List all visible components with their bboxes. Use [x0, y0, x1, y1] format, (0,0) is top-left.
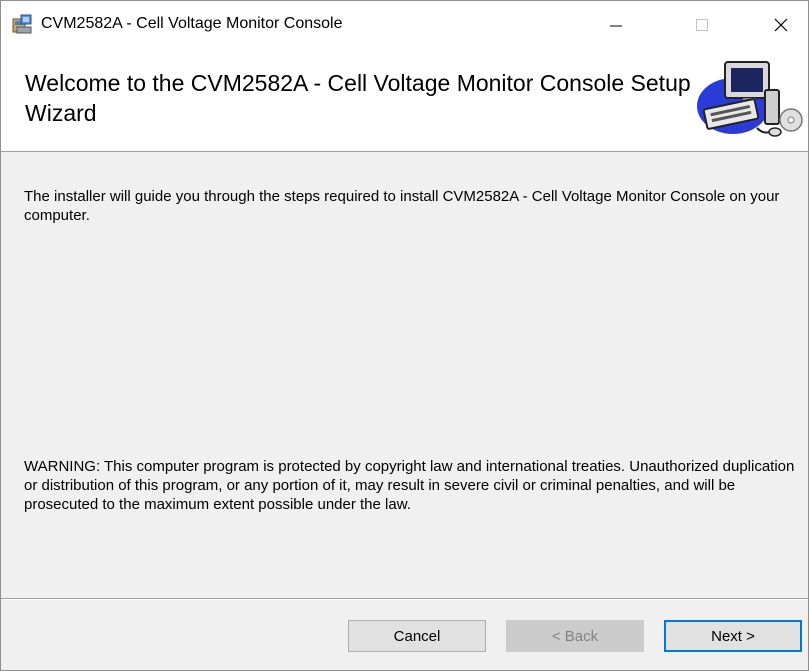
back-button[interactable]: < Back	[506, 620, 644, 652]
title-bar[interactable]: CVM2582A - Cell Voltage Monitor Console	[1, 1, 808, 48]
wizard-body: The installer will guide you through the…	[1, 152, 808, 596]
wizard-heading: Welcome to the CVM2582A - Cell Voltage M…	[25, 70, 691, 126]
footer-divider	[1, 598, 808, 600]
next-button[interactable]: Next >	[664, 620, 802, 652]
setup-wizard-window: CVM2582A - Cell Voltage Monitor Console …	[0, 0, 809, 671]
close-icon	[774, 18, 788, 31]
intro-text: The installer will guide you through the…	[24, 188, 780, 224]
minimize-icon	[610, 25, 622, 26]
window-title: CVM2582A - Cell Voltage Monitor Console	[41, 15, 343, 32]
minimize-button[interactable]	[586, 1, 646, 48]
wizard-header: Welcome to the CVM2582A - Cell Voltage M…	[1, 48, 808, 152]
maximize-icon	[696, 18, 708, 31]
maximize-button[interactable]	[672, 1, 732, 48]
close-button[interactable]	[751, 1, 808, 48]
installer-package-icon	[12, 14, 32, 34]
computer-setup-icon	[697, 61, 803, 137]
copyright-warning: WARNING: This computer program is protec…	[24, 458, 795, 513]
cancel-button[interactable]: Cancel	[348, 620, 486, 652]
